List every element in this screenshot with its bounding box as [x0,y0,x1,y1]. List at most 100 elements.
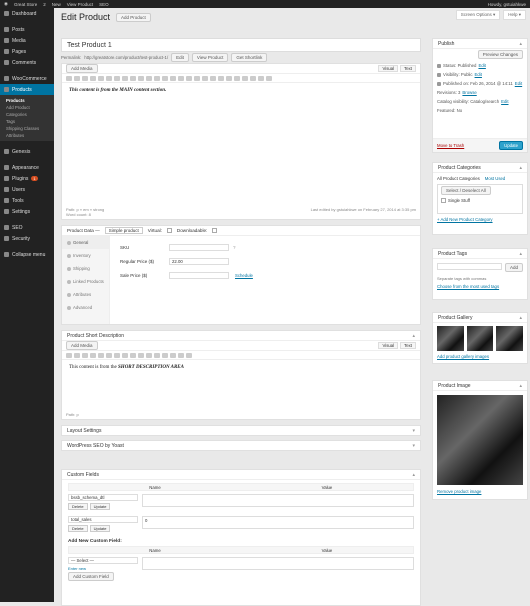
update-button[interactable]: Update [499,141,523,150]
status-edit-link[interactable]: Edit [478,63,485,68]
toolbar-button-icon[interactable] [122,75,128,81]
sidebar-item-products[interactable]: Products [0,84,54,95]
cf-name-input[interactable]: bssb_schema_dtl [68,494,138,501]
toolbar-button-icon[interactable] [130,75,136,81]
toolbar-button-icon[interactable] [242,75,248,81]
regular-price-input[interactable]: 22.00 [169,257,229,265]
toolbar-button-icon[interactable] [170,75,176,81]
toggle-icon[interactable]: ▴ [412,472,415,478]
toolbar-button-icon[interactable] [106,352,112,358]
toolbar-button-icon[interactable] [98,75,104,81]
toolbar-button-icon[interactable] [90,75,96,81]
sidebar-item-media[interactable]: Media [0,35,54,46]
toggle-icon[interactable]: ▴ [519,315,522,321]
cf-new-value[interactable] [142,557,414,570]
add-category-link[interactable]: + Add New Product Category [437,217,493,222]
browse-link[interactable]: Browse [462,90,476,95]
short-editor-content[interactable]: This content is from the SHORT DESCRIPTI… [62,360,420,375]
editor-content[interactable]: This content is from the MAIN content se… [62,83,420,98]
submenu-item[interactable]: Tags [0,118,54,125]
sidebar-item-seo[interactable]: SEO [0,222,54,233]
layout-settings-box[interactable]: Layout Settings ▾ [61,425,421,436]
submenu-item[interactable]: Categories [0,111,54,118]
enter-new-link[interactable]: Enter new [68,566,138,571]
downloadable-checkbox[interactable] [212,228,218,233]
toolbar-button-icon[interactable] [154,75,160,81]
gallery-thumb[interactable] [466,326,494,351]
toolbar-button-icon[interactable] [202,75,208,81]
published-edit-link[interactable]: Edit [515,81,522,86]
sidebar-item-posts[interactable]: Posts [0,24,54,35]
product-tab-linked-products[interactable]: Linked Products [62,275,109,288]
sidebar-item-comments[interactable]: Comments [0,57,54,68]
toggle-icon[interactable]: ▴ [519,165,522,171]
short-add-media-button[interactable]: Add Media [66,341,98,350]
wp-logo-icon[interactable]: ◉ [4,1,8,7]
visual-tab[interactable]: Visual [378,65,399,72]
toolbar-button-icon[interactable] [162,352,168,358]
toolbar-button-icon[interactable] [122,352,128,358]
sidebar-item-genesis[interactable]: Genesis [0,146,54,157]
toolbar-button-icon[interactable] [258,75,264,81]
permalink-url[interactable]: http://greatstore.com/product/test-produ… [84,55,168,60]
delete-button[interactable]: Delete [68,503,88,510]
sidebar-item-woocommerce[interactable]: WooCommerce [0,73,54,84]
title-input[interactable]: Test Product 1 [61,38,421,52]
toolbar-button-icon[interactable] [90,352,96,358]
product-tab-inventory[interactable]: Inventory [62,249,109,262]
toolbar-button-icon[interactable] [226,75,232,81]
add-media-button[interactable]: Add Media [66,64,98,73]
toolbar-button-icon[interactable] [162,75,168,81]
product-tab-advanced[interactable]: Advanced [62,301,109,314]
toolbar-button-icon[interactable] [146,352,152,358]
toggle-icon[interactable]: ▾ [412,443,415,449]
yoast-box[interactable]: WordPress SEO by Yoast ▾ [61,440,421,451]
product-tab-shipping[interactable]: Shipping [62,262,109,275]
submenu-item[interactable]: Products [0,97,54,104]
tag-input[interactable] [437,263,502,270]
product-type-select[interactable]: Simple product [104,227,143,234]
sidebar-item-plugins[interactable]: Plugins 1 [0,173,54,184]
site-name[interactable]: Great Store [14,2,37,7]
toolbar-button-icon[interactable] [138,352,144,358]
help-tab[interactable]: Help ▾ [503,10,526,20]
update-button[interactable]: Update [89,503,111,510]
toggle-icon[interactable]: ▴ [519,251,522,257]
cf-value-input[interactable]: 0 [142,516,414,529]
toolbar-button-icon[interactable] [82,352,88,358]
screen-options-tab[interactable]: Screen Options ▾ [455,10,501,20]
view-product-link[interactable]: View Product [67,2,93,7]
toolbar-button-icon[interactable] [186,352,192,358]
toolbar-button-icon[interactable] [218,75,224,81]
add-gallery-link[interactable]: Add product gallery images [437,354,489,359]
toolbar-button-icon[interactable] [250,75,256,81]
toolbar-button-icon[interactable] [194,75,200,81]
gallery-thumb[interactable] [496,326,524,351]
delete-button[interactable]: Delete [68,525,88,532]
sidebar-item-dashboard[interactable]: Dashboard [0,8,54,19]
sidebar-item-users[interactable]: Users [0,184,54,195]
sidebar-item-tools[interactable]: Tools [0,195,54,206]
virtual-checkbox[interactable] [166,228,172,233]
product-tab-general[interactable]: General [62,236,109,249]
preview-changes-button[interactable]: Preview Changes [477,50,523,59]
sku-input[interactable] [169,243,229,251]
sidebar-item-pages[interactable]: Pages [0,46,54,57]
toolbar-button-icon[interactable] [130,352,136,358]
toolbar-button-icon[interactable] [154,352,160,358]
add-tag-button[interactable]: Add [504,263,523,272]
text-tab[interactable]: Text [400,65,416,72]
toolbar-button-icon[interactable] [82,75,88,81]
toggle-icon[interactable]: ▾ [412,428,415,434]
toolbar-button-icon[interactable] [114,352,120,358]
cf-value-input[interactable] [142,494,414,507]
permalink-edit-button[interactable]: Edit [171,52,189,62]
visibility-edit-link[interactable]: Edit [475,72,482,77]
new-link[interactable]: New [52,2,61,7]
select-all-button[interactable]: Select / Deselect All [441,186,491,195]
toolbar-button-icon[interactable] [66,352,72,358]
sidebar-item-security[interactable]: Security [0,233,54,244]
category-checkbox[interactable] [441,198,446,203]
toolbar-button-icon[interactable] [178,75,184,81]
toolbar-button-icon[interactable] [114,75,120,81]
